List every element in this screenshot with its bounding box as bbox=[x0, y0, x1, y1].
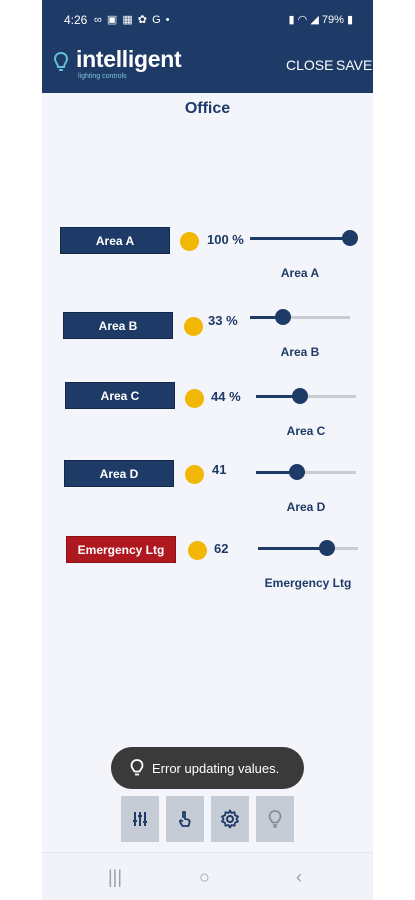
emergency-ltg-slider[interactable] bbox=[258, 540, 358, 556]
touch-icon bbox=[178, 810, 191, 827]
area-b-slider[interactable] bbox=[250, 309, 350, 325]
area-d-slider[interactable] bbox=[256, 464, 356, 480]
area-b-value: 33 % bbox=[208, 313, 238, 328]
notification-icons: ∞ ▣ ▦ ✿ G • bbox=[94, 14, 171, 26]
area-d-slider-label: Area D bbox=[286, 500, 326, 514]
status-right-icons: ▮ ◠ ◢ 79% ▮ bbox=[289, 13, 353, 26]
area-c-status-dot bbox=[185, 389, 204, 408]
area-d-button[interactable]: Area D bbox=[64, 460, 174, 487]
status-bar: 4:26 ∞ ▣ ▦ ✿ G • ▮ ◠ ◢ 79% ▮ bbox=[42, 12, 373, 30]
sliders-tab[interactable] bbox=[121, 796, 159, 842]
slider-thumb[interactable] bbox=[319, 540, 335, 556]
save-button[interactable]: SAVE bbox=[336, 57, 372, 73]
area-c-value: 44 % bbox=[211, 389, 241, 404]
battery-saver-icon: ▮ bbox=[288, 14, 295, 26]
area-a-slider-label: Area A bbox=[280, 266, 320, 280]
area-c-button[interactable]: Area C bbox=[65, 382, 175, 409]
emergency-ltg-value: 62 bbox=[214, 541, 229, 556]
page-title: Office bbox=[184, 100, 231, 117]
touch-tab[interactable] bbox=[166, 796, 204, 842]
toast-message: Error updating values. bbox=[152, 760, 280, 776]
app-header: 4:26 ∞ ▣ ▦ ✿ G • ▮ ◠ ◢ 79% ▮ intelligent… bbox=[42, 0, 373, 93]
bulb-icon bbox=[130, 759, 144, 776]
settings-tab[interactable] bbox=[211, 796, 249, 842]
battery-icon: ▮ bbox=[346, 14, 353, 26]
app-screen: 4:26 ∞ ▣ ▦ ✿ G • ▮ ◠ ◢ 79% ▮ intelligent… bbox=[42, 0, 373, 900]
area-a-value: 100 % bbox=[207, 232, 244, 247]
recent-apps-icon[interactable]: ||| bbox=[108, 867, 122, 888]
area-b-status-dot bbox=[184, 317, 203, 336]
close-button[interactable]: CLOSE bbox=[286, 57, 333, 73]
emergency-ltg-status-dot bbox=[188, 541, 207, 560]
logo-bulb-icon bbox=[54, 52, 68, 71]
gear-icon bbox=[221, 809, 239, 829]
area-a-status-dot bbox=[180, 232, 199, 251]
home-icon[interactable]: ○ bbox=[199, 867, 210, 888]
battery-percent: 79% bbox=[321, 14, 344, 26]
signal-icon: ◢ bbox=[310, 14, 319, 26]
emergency-ltg-button[interactable]: Emergency Ltg bbox=[66, 536, 176, 563]
error-toast: Error updating values. bbox=[111, 747, 304, 789]
status-time: 4:26 bbox=[64, 13, 88, 27]
slider-fill bbox=[250, 237, 350, 240]
area-c-slider[interactable] bbox=[256, 388, 356, 404]
sliders-icon bbox=[133, 812, 147, 826]
brand-tagline: lighting controls bbox=[78, 73, 127, 80]
area-b-button[interactable]: Area B bbox=[63, 312, 173, 339]
wifi-icon: ◠ bbox=[297, 14, 308, 26]
slider-fill bbox=[258, 547, 327, 550]
area-a-button[interactable]: Area A bbox=[60, 227, 170, 254]
lights-tab[interactable] bbox=[256, 796, 294, 842]
area-b-slider-label: Area B bbox=[280, 345, 320, 359]
brand-name: intelligent bbox=[76, 46, 182, 72]
emergency-ltg-slider-label: Emergency Ltg bbox=[264, 576, 352, 590]
area-d-status-dot bbox=[185, 465, 204, 484]
slider-thumb[interactable] bbox=[289, 464, 305, 480]
system-nav-bar: ||| ○ ‹ bbox=[42, 852, 373, 900]
area-d-value: 41 bbox=[212, 462, 227, 477]
area-a-slider[interactable] bbox=[250, 230, 358, 246]
bulb-icon bbox=[268, 810, 282, 828]
slider-thumb[interactable] bbox=[342, 230, 358, 246]
slider-thumb[interactable] bbox=[292, 388, 308, 404]
back-icon[interactable]: ‹ bbox=[296, 867, 302, 888]
slider-thumb[interactable] bbox=[275, 309, 291, 325]
area-c-slider-label: Area C bbox=[286, 424, 326, 438]
